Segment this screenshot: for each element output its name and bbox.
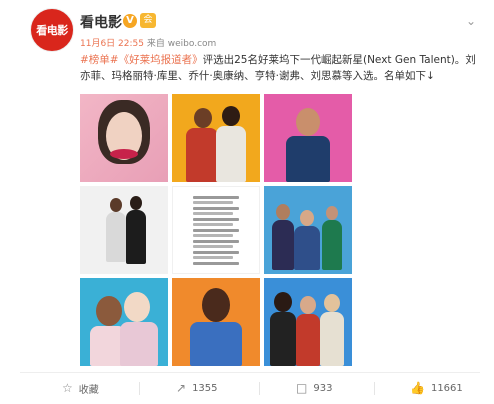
repost-button[interactable]: ↗ 1355 <box>176 380 218 396</box>
username-link[interactable]: 看电影 <box>80 12 122 32</box>
grid-image-7[interactable] <box>80 278 168 366</box>
repost-count: 1355 <box>192 382 218 394</box>
publication-link[interactable]: 《好莱坞报道者》 <box>119 54 203 66</box>
post-meta: 11月6日 22:55 来自 weibo.com <box>80 36 216 49</box>
comment-icon: □ <box>296 381 308 395</box>
avatar-label: 看电影 <box>36 24 68 37</box>
like-button[interactable]: 👍 11661 <box>410 380 463 396</box>
action-separator <box>259 382 260 395</box>
grid-image-4[interactable] <box>80 186 168 274</box>
grid-image-1[interactable] <box>80 94 168 182</box>
grid-image-5-name-list[interactable] <box>172 186 260 274</box>
post-time[interactable]: 11月6日 22:55 <box>80 39 144 49</box>
footer-divider <box>20 372 480 373</box>
grid-image-6[interactable] <box>264 186 352 274</box>
post-source[interactable]: weibo.com <box>168 39 217 49</box>
favorite-label: 收藏 <box>78 384 99 396</box>
like-count: 11661 <box>430 382 463 394</box>
avatar[interactable]: 看电影 <box>30 8 74 52</box>
name-list-lines <box>193 193 243 267</box>
post-text-line-1: 评选出25名好莱坞下一代崛起新星(Next Gen Talent)。 <box>202 54 466 66</box>
post-text: #榜单#《好莱坞报道者》评选出25名好莱坞下一代崛起新星(Next Gen Ta… <box>80 52 480 84</box>
repost-icon: ↗ <box>176 381 187 395</box>
action-separator <box>374 382 375 395</box>
comment-count: 933 <box>313 382 333 394</box>
favorite-button[interactable]: ☆ 收藏 <box>62 380 99 396</box>
source-prefix: 来自 <box>146 39 165 49</box>
thumbs-up-icon: 👍 <box>410 381 425 395</box>
comment-button[interactable]: □ 933 <box>296 380 332 396</box>
image-grid <box>80 94 352 366</box>
weibo-post-card: 看电影 看电影 V 会 ⌄ 11月6日 22:55 来自 weibo.com #… <box>0 0 494 404</box>
hashtag-link[interactable]: #榜单# <box>80 54 119 66</box>
grid-image-2[interactable] <box>172 94 260 182</box>
grid-image-3[interactable] <box>264 94 352 182</box>
chevron-down-icon[interactable]: ⌄ <box>466 14 476 28</box>
grid-image-9[interactable] <box>264 278 352 366</box>
member-badge-icon[interactable]: 会 <box>140 13 156 28</box>
star-icon: ☆ <box>62 381 73 395</box>
grid-image-8[interactable] <box>172 278 260 366</box>
verified-badge-icon: V <box>123 14 137 28</box>
action-separator <box>139 382 140 395</box>
